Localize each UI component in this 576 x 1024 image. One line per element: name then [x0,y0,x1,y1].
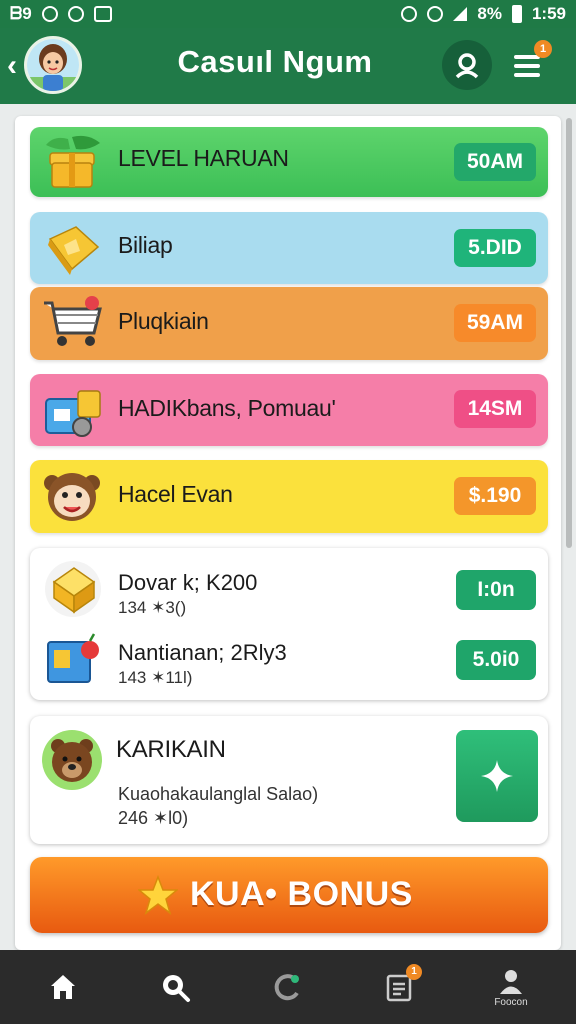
status-text: ᗷ9 [10,4,32,23]
star-icon [138,875,178,915]
add-button[interactable] [456,730,538,822]
row-value-button[interactable]: 5.DID [454,229,536,267]
reward-list: Dovar k; K200 134 ✶3() I:0n Nantianan; 2… [30,548,548,700]
menu-icon-bar [514,73,540,77]
featured-card[interactable]: KARIKAIN Kuaohakaulanglal Salao) 246 ✶l0… [30,716,548,844]
nav-refresh[interactable] [242,950,332,1024]
notes-badge: 1 [406,964,422,980]
avatar-face-icon [27,39,79,91]
list-item[interactable]: Pluqkiain 59AM [30,287,548,360]
row-label: HADIKbans, Pomuau' [118,395,336,421]
plus-icon [481,760,513,792]
row-label: Pluqkiain [118,308,209,334]
battery-icon [511,5,522,23]
list-item[interactable]: Dovar k; K200 134 ✶3() I:0n [30,556,548,626]
bonus-label: KUA• BONUS [190,875,413,913]
row-value-button[interactable]: 50AM [454,143,536,181]
list-item[interactable]: Biliap 5.DID [30,212,548,284]
app-notification-icon [41,6,58,22]
featured-title: KARIKAIN [116,736,226,763]
status-bar-right: 8% 1:59 [401,4,566,24]
back-button[interactable]: ‹ [2,50,22,82]
item-value-button[interactable]: I:0n [456,570,536,610]
scrollbar[interactable] [566,118,572,548]
signal-icon [453,7,468,21]
treasure-bin-icon [45,390,101,437]
search-icon [163,975,190,1002]
battery-percent: 8% [477,4,502,23]
menu-badge: 1 [534,40,552,58]
shopping-cart-icon [44,296,102,346]
list-item[interactable]: Hacel Evan $.190 [30,460,548,533]
row-value-button[interactable]: $.190 [454,477,536,515]
sync-icon [67,6,84,22]
bear-avatar [42,730,102,790]
item-value-button[interactable]: 5.0i0 [456,640,536,680]
featured-subtitle: Kuaohakaulanglal Salao) [118,784,319,804]
row-label: Hacel Evan [118,481,233,507]
alarm-icon [401,6,418,22]
monkey-face-icon [44,473,100,521]
gift-box-icon [46,135,100,188]
row-label: LEVEL HARUAN [118,145,289,171]
bonus-button[interactable]: KUA• BONUS [30,857,548,933]
row-value-button[interactable]: 59AM [454,304,536,342]
nav-search[interactable] [130,950,220,1024]
bear-icon [51,739,93,782]
bottom-nav: 1 Foocon [0,950,576,1024]
row-label: Biliap [118,232,173,258]
nav-notes[interactable]: 1 [354,950,444,1024]
page-title: Casuıl Ngum [177,44,373,79]
blue-basket-icon [47,633,99,683]
clock: 1:59 [531,4,566,23]
refresh-icon [274,974,299,1001]
person-icon [500,969,522,994]
list-item[interactable]: LEVEL HARUAN 50AM [30,127,548,197]
item-title: Nantianan; 2Rly3 [118,640,287,665]
app-header: ‹ Casuıl Ngum 1 [0,28,576,104]
row-value-button[interactable]: 14SM [454,390,536,428]
avatar[interactable] [24,36,82,94]
list-item[interactable]: HADIKbans, Pomuau' 14SM [30,374,548,446]
nav-profile-label: Foocon [494,996,528,1008]
menu-button[interactable]: 1 [514,40,552,80]
list-item[interactable]: Nantianan; 2Rly3 143 ✶11l) 5.0i0 [30,626,548,696]
wifi-icon [427,6,444,22]
nav-home[interactable] [18,950,108,1024]
status-bar-left: ᗷ9 [10,4,112,24]
gold-cube-icon [45,561,101,617]
item-subtitle: 134 ✶3() [118,598,187,617]
user-icon [455,53,479,79]
camera-icon [93,6,112,22]
featured-detail: 246 ✶l0) [118,808,189,828]
home-icon [51,975,75,999]
item-title: Dovar k; K200 [118,570,258,595]
item-subtitle: 143 ✶11l) [118,668,193,687]
gold-cube-icon [48,226,100,275]
nav-profile[interactable]: Foocon [466,950,556,1024]
profile-button[interactable] [442,40,492,90]
status-bar: ᗷ9 8% 1:59 [0,0,576,28]
menu-icon-bar [514,64,540,68]
